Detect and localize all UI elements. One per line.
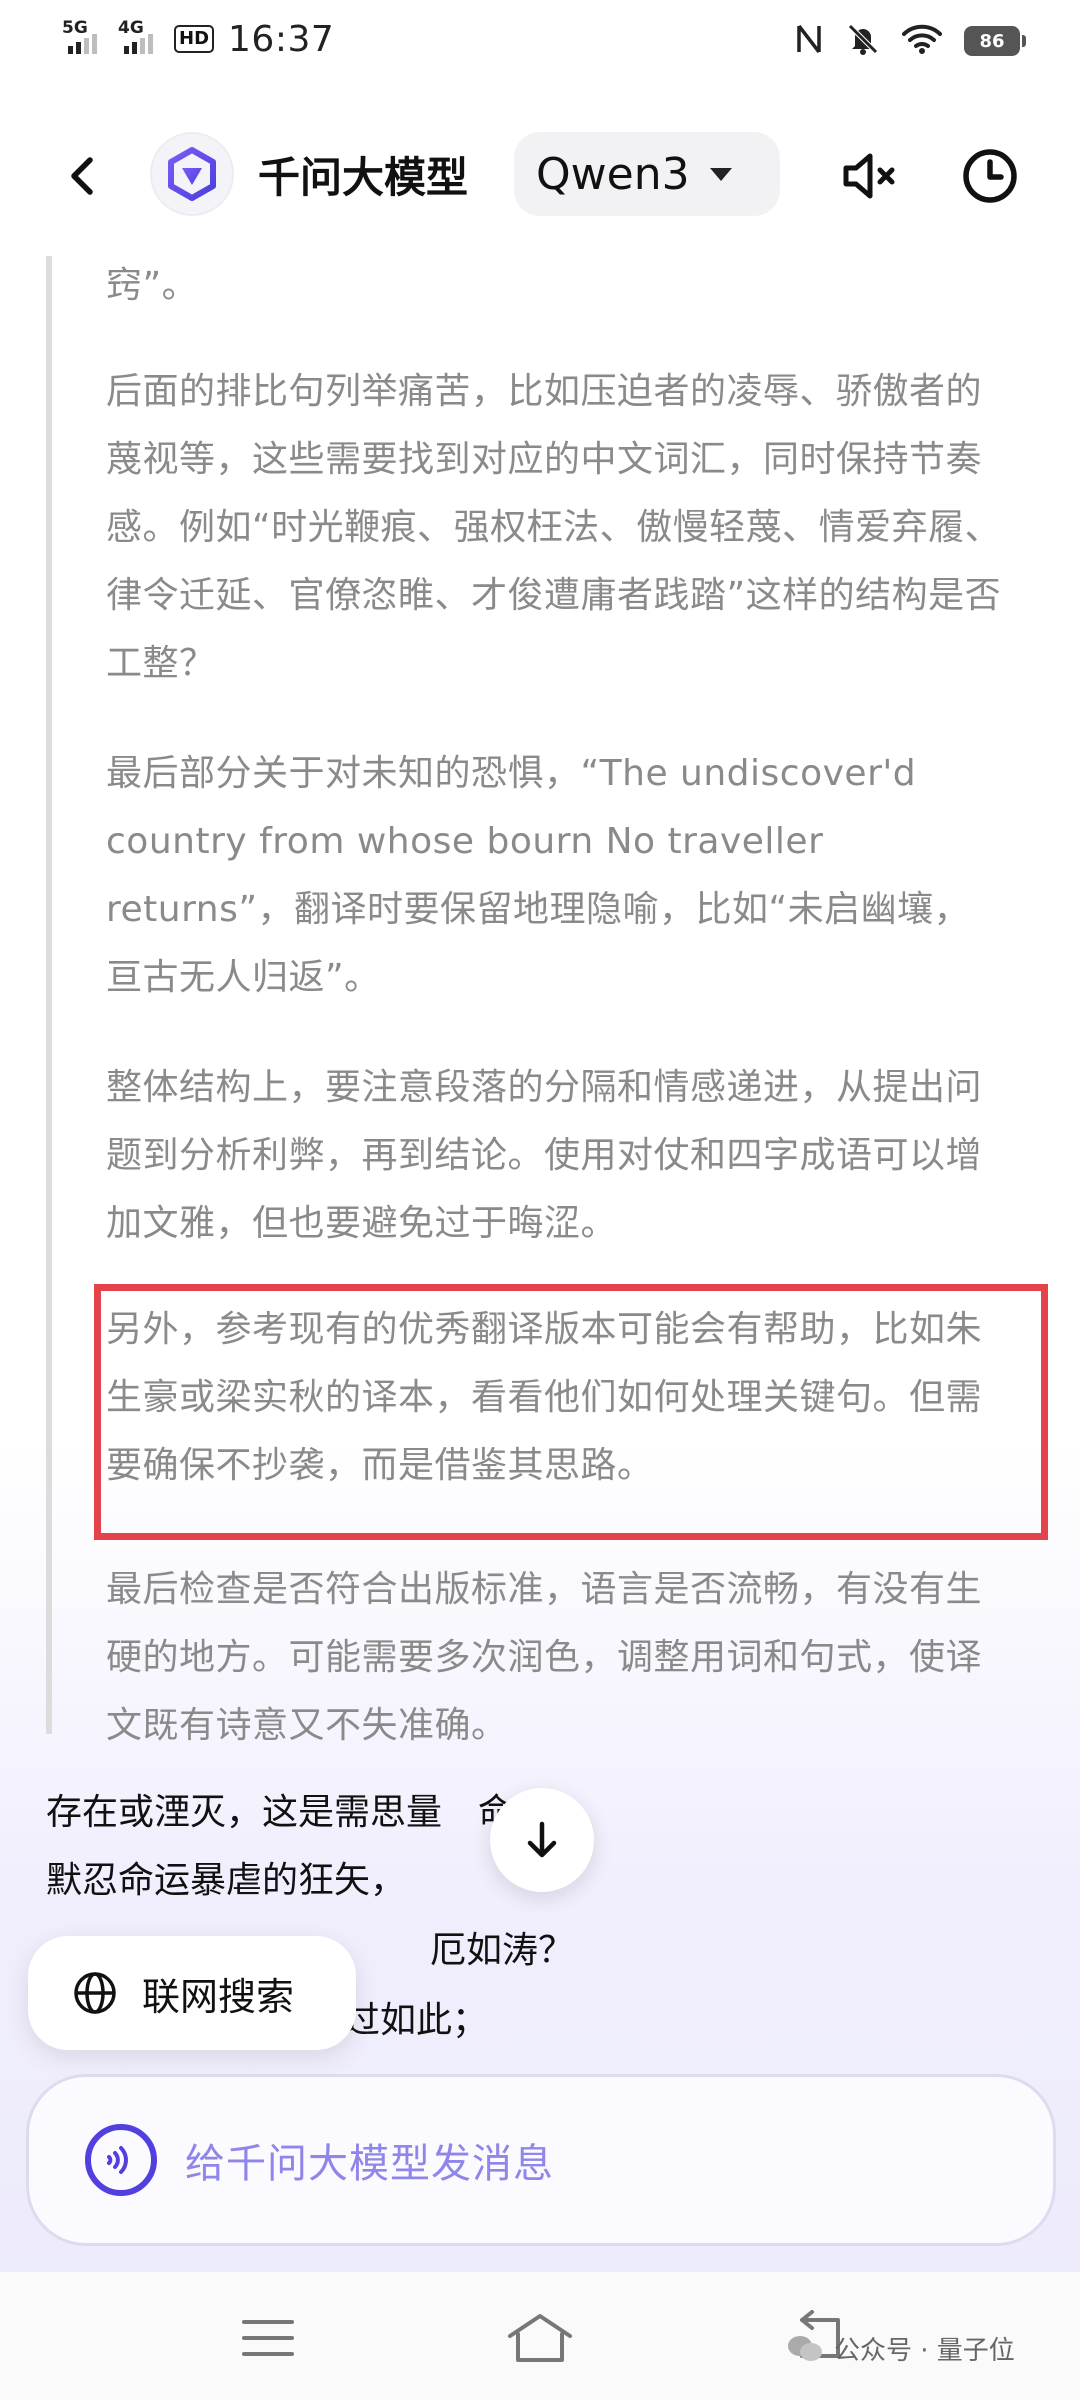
model-label: Qwen3 [536, 148, 690, 200]
thinking-paragraph-highlighted: 另外，参考现有的优秀翻译版本可能会有帮助，比如朱生豪或梁实秋的译本，看看他们如何… [106, 1309, 983, 1486]
status-left: 5G 4G HD 16:37 [62, 18, 334, 60]
status-right: 86 [794, 22, 1026, 60]
voice-input-button[interactable] [85, 2124, 157, 2196]
thinking-paragraph: 整体结构上，要注意段落的分隔和情感递进，从提出问题到分析利弊，再到结论。使用对仗… [106, 1067, 983, 1244]
thinking-paragraph: 最后部分关于对未知的恐惧，“The undiscover'd country f… [106, 753, 971, 998]
status-bar: 5G 4G HD 16:37 86 [0, 0, 1080, 82]
speaker-mute-button[interactable] [838, 144, 902, 208]
menu-icon [242, 2320, 294, 2356]
model-selector[interactable]: Qwen3 [514, 132, 780, 216]
wechat-icon [788, 2335, 822, 2361]
nav-menu-button[interactable] [240, 2314, 296, 2362]
home-icon [508, 2314, 572, 2362]
battery-icon: 86 [964, 26, 1026, 56]
watermark: 公众号 · 量子位 [786, 2330, 1015, 2367]
message-input[interactable]: 给千问大模型发消息 [185, 2131, 554, 2189]
scroll-down-button[interactable] [490, 1788, 594, 1892]
web-search-label: 联网搜索 [142, 1974, 295, 2019]
system-nav-bar: 公众号 · 量子位 [0, 2272, 1080, 2400]
qwen-logo [150, 132, 234, 216]
globe-icon [74, 1972, 116, 2014]
app-header: 千问大模型 Qwen3 [0, 130, 1080, 220]
signal-4g-icon: 4G [118, 18, 160, 60]
clock-icon [963, 149, 1017, 203]
mute-bell-icon [846, 22, 880, 60]
wifi-icon [902, 23, 942, 59]
answer-line: 厄如涛？ [430, 1930, 575, 1971]
hd-voice-badge: HD [174, 25, 215, 53]
thinking-paragraph: 最后检查是否符合出版标准，语言是否流畅，有没有生硬的地方。可能需要多次润色，调整… [106, 1569, 983, 1746]
history-button[interactable] [958, 144, 1022, 208]
app-title: 千问大模型 [258, 153, 469, 202]
voice-wave-icon [107, 2146, 128, 2174]
thinking-paragraph: 后面的排比句列举痛苦，比如压迫者的凌辱、骄傲者的蔑视等，这些需要找到对应的中文词… [106, 371, 1002, 684]
thinking-block-rule [46, 256, 52, 1734]
message-input-bar[interactable]: 给千问大模型发消息 [26, 2074, 1056, 2246]
answer-line: 过如此； [344, 2000, 489, 2041]
speaker-mute-icon [843, 153, 895, 199]
nfc-icon [794, 22, 824, 60]
back-button[interactable] [56, 148, 112, 204]
nav-home-button[interactable] [504, 2310, 576, 2366]
signal-5g-icon: 5G [62, 18, 104, 60]
chevron-left-icon [71, 157, 93, 195]
answer-line: 默忍命运暴虐的狂矢， [46, 1860, 407, 1901]
status-time: 16:37 [228, 18, 335, 60]
web-search-button[interactable]: 联网搜索 [28, 1936, 356, 2050]
caret-down-icon [709, 167, 732, 181]
thinking-paragraph: 窍”。 [106, 265, 199, 306]
watermark-text: 公众号 · 量子位 [834, 2336, 1015, 2366]
arrow-down-icon [527, 1821, 557, 1858]
